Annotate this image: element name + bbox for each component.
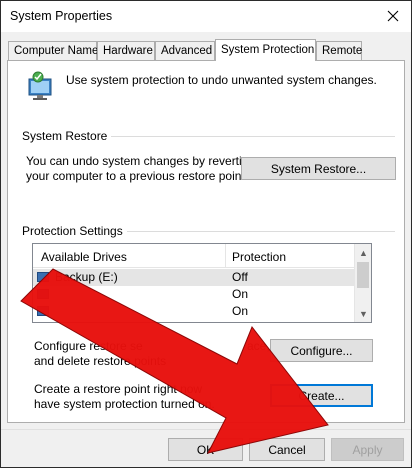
window-title: System Properties [10,9,113,23]
system-restore-text-2: your computer to a previous restore poin… [26,169,249,183]
tab-system-protection[interactable]: System Protection [215,39,316,61]
configure-button[interactable]: Configure... [270,339,373,362]
column-available-drives[interactable]: Available Drives [41,250,127,264]
column-divider [225,244,226,268]
cancel-button[interactable]: Cancel [249,438,325,461]
scroll-down-icon[interactable]: ▼ [355,305,371,322]
drive-row[interactable]: On [33,286,355,303]
create-button[interactable]: Create... [270,384,373,407]
tab-strip: Computer Name Hardware Advanced System P… [8,39,404,61]
scroll-thumb[interactable] [357,262,369,288]
close-icon[interactable] [377,2,409,30]
system-restore-text-1: You can undo system changes by reverting [26,154,256,168]
footer-divider [1,429,411,430]
tab-computer-name[interactable]: Computer Name [8,41,98,60]
apply-button[interactable]: Apply [331,438,404,461]
system-restore-button[interactable]: System Restore... [241,157,396,180]
system-protection-icon [26,71,58,103]
drives-list-scrollbar[interactable]: ▲ ▼ [354,244,371,322]
column-protection[interactable]: Protection [232,250,286,264]
tab-hardware[interactable]: Hardware [97,41,155,60]
drive-protection: Off [232,270,248,284]
drive-row[interactable]: On [33,303,355,320]
configure-text-tail: ace, [247,339,270,353]
ok-button[interactable]: OK [168,438,243,461]
tab-advanced[interactable]: Advanced [155,41,215,60]
drive-name: Backup (E:) [55,270,118,284]
header-description: Use system protection to undo unwanted s… [66,73,377,87]
drive-row[interactable]: Backup (E:) Off [33,269,355,286]
system-restore-group-title: System Restore [22,129,112,143]
tab-remote[interactable]: Remote [316,41,362,60]
title-bar: System Properties [1,1,411,32]
create-text-2: have system protection turned on. [34,397,215,411]
drive-protection: On [232,287,249,301]
protection-settings-group-title: Protection Settings [22,224,127,238]
scroll-up-icon[interactable]: ▲ [355,244,371,261]
system-properties-window: System Properties Computer Name Hardware… [0,0,412,468]
create-text-1: Create a restore point right now [34,382,203,396]
drive-icon [37,272,49,282]
drive-icon [37,289,49,299]
configure-text-1: Configure restore se [34,339,143,353]
drives-list-header: Available Drives Protection [33,244,355,268]
drive-icon [37,306,49,316]
drives-list[interactable]: Available Drives Protection Backup (E:) … [32,243,372,323]
drive-protection: On [232,304,249,318]
configure-text-2: and delete restore points [34,354,167,368]
